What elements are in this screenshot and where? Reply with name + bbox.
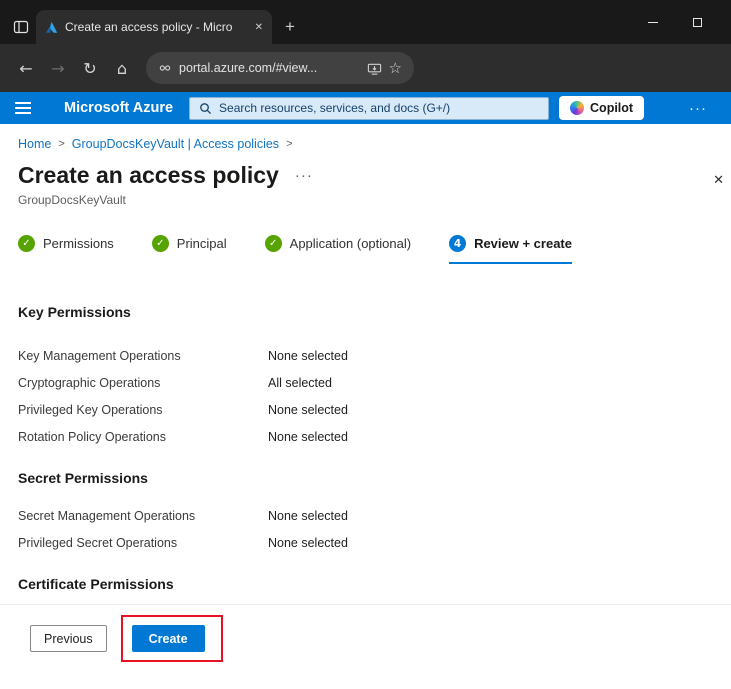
send-to-devices-icon[interactable] (367, 61, 382, 76)
create-button[interactable]: Create (132, 625, 205, 652)
permission-label: Privileged Key Operations (18, 403, 268, 417)
breadcrumb-keyvault[interactable]: GroupDocsKeyVault | Access policies (72, 137, 279, 151)
page-subtitle: GroupDocsKeyVault (0, 189, 731, 207)
permission-row: Secret Management Operations None select… (18, 502, 713, 529)
permission-label: Privileged Secret Operations (18, 536, 268, 550)
azure-brand[interactable]: Microsoft Azure (64, 100, 173, 116)
minimize-icon (648, 22, 658, 23)
browser-titlebar: Create an access policy - Micro ✕ + (0, 0, 731, 44)
tab-close-icon[interactable]: ✕ (255, 22, 263, 33)
tab-actions-menu-icon[interactable] (6, 10, 36, 44)
url-text[interactable]: portal.azure.com/#view... (179, 61, 360, 75)
section-heading-certificate-permissions: Certificate Permissions (18, 576, 713, 592)
step-label: Permissions (43, 236, 114, 251)
footer-actions: Previous Create (30, 615, 223, 662)
permission-row: Cryptographic Operations All selected (18, 369, 713, 396)
permission-label: Rotation Policy Operations (18, 430, 268, 444)
azure-top-bar: Microsoft Azure Copilot ··· (0, 92, 731, 124)
previous-button[interactable]: Previous (30, 625, 107, 652)
home-button[interactable]: ⌂ (106, 52, 138, 84)
section-heading-key-permissions: Key Permissions (18, 304, 713, 320)
step-label: Review + create (474, 236, 572, 251)
tab-title: Create an access policy - Micro (65, 20, 244, 34)
maximize-button[interactable] (675, 0, 719, 44)
copilot-label: Copilot (590, 101, 633, 115)
search-icon (199, 102, 212, 115)
chevron-right-icon: > (286, 138, 292, 150)
title-more-icon[interactable]: ··· (295, 167, 313, 184)
permission-value: None selected (268, 536, 348, 550)
tab-principal[interactable]: ✓ Principal (152, 235, 227, 264)
forward-button[interactable]: → (42, 52, 74, 84)
wizard-steps: ✓ Permissions ✓ Principal ✓ Application … (0, 207, 731, 264)
check-icon: ✓ (152, 235, 169, 252)
footer-divider (0, 604, 731, 605)
address-bar[interactable]: portal.azure.com/#view... ☆ (146, 52, 414, 84)
minimize-button[interactable] (631, 0, 675, 44)
browser-window: Create an access policy - Micro ✕ + ← → … (0, 0, 731, 689)
permission-label: Secret Management Operations (18, 509, 268, 523)
search-input[interactable] (219, 101, 539, 115)
step-label: Principal (177, 236, 227, 251)
permission-row: Rotation Policy Operations None selected (18, 423, 713, 450)
permission-value: None selected (268, 403, 348, 417)
tab-permissions[interactable]: ✓ Permissions (18, 235, 114, 264)
review-sections: Key Permissions Key Management Operation… (0, 304, 731, 592)
permission-row: Key Management Operations None selected (18, 342, 713, 369)
window-controls (631, 0, 719, 44)
tab-application-optional[interactable]: ✓ Application (optional) (265, 235, 411, 264)
permission-value: None selected (268, 430, 348, 444)
back-button[interactable]: ← (10, 52, 42, 84)
favorite-star-icon[interactable]: ☆ (389, 59, 402, 77)
permission-label: Cryptographic Operations (18, 376, 268, 390)
tab-review-create[interactable]: 4 Review + create (449, 235, 572, 264)
breadcrumb-home[interactable]: Home (18, 137, 51, 151)
chevron-right-icon: > (58, 138, 64, 150)
new-tab-button[interactable]: + (285, 17, 295, 37)
check-icon: ✓ (265, 235, 282, 252)
copilot-button[interactable]: Copilot (559, 96, 644, 120)
portal-more-icon[interactable]: ··· (689, 100, 707, 117)
step-number-icon: 4 (449, 235, 466, 252)
section-heading-secret-permissions: Secret Permissions (18, 470, 713, 486)
site-info-icon[interactable] (158, 61, 172, 75)
annotation-highlight-box: Create (121, 615, 223, 662)
permission-value: None selected (268, 509, 348, 523)
browser-tab[interactable]: Create an access policy - Micro ✕ (36, 10, 272, 44)
maximize-icon (693, 18, 702, 27)
check-icon: ✓ (18, 235, 35, 252)
title-row: Create an access policy ··· (0, 155, 731, 189)
breadcrumb: Home > GroupDocsKeyVault | Access polici… (0, 124, 731, 155)
browser-toolbar: ← → ↻ ⌂ portal.azure.com/#view... ☆ (0, 44, 731, 92)
refresh-button[interactable]: ↻ (74, 52, 106, 84)
permission-value: All selected (268, 376, 332, 390)
portal-search-box[interactable] (189, 97, 549, 120)
permission-value: None selected (268, 349, 348, 363)
azure-favicon-icon (45, 21, 58, 34)
permission-row: Privileged Key Operations None selected (18, 396, 713, 423)
page-title: Create an access policy (18, 162, 279, 189)
permission-label: Key Management Operations (18, 349, 268, 363)
permission-row: Privileged Secret Operations None select… (18, 529, 713, 556)
blade-close-icon[interactable]: ✕ (713, 172, 724, 188)
copilot-icon (570, 101, 584, 115)
step-label: Application (optional) (290, 236, 411, 251)
portal-menu-icon[interactable] (15, 102, 31, 114)
